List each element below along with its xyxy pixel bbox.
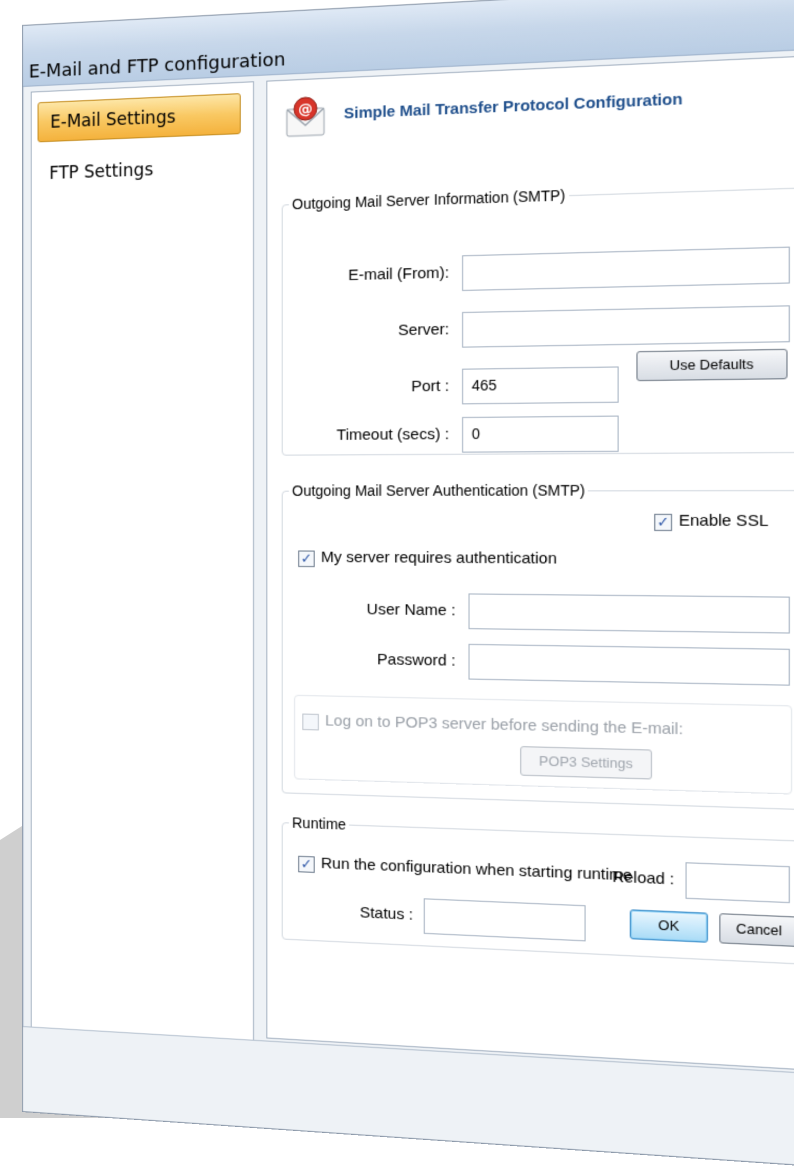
run-on-start-checkbox[interactable]: ✓	[298, 855, 315, 873]
window-title: E-Mail and FTP configuration	[28, 48, 286, 83]
server-field[interactable]	[462, 305, 790, 348]
email-from-label: E-mail (From):	[348, 264, 450, 285]
requires-auth-checkbox[interactable]: ✓	[298, 550, 315, 568]
email-from-field[interactable]	[462, 246, 790, 291]
requires-auth-label: My server requires authentication	[320, 548, 557, 568]
email-settings-panel: @ Simple Mail Transfer Protocol Configur…	[266, 54, 794, 1072]
password-label: Password :	[377, 650, 456, 670]
cancel-button[interactable]: Cancel	[719, 913, 794, 948]
email-ftp-dialog: E-Mail and FTP configuration x E-Mail Se…	[22, 0, 794, 1169]
enable-ssl-checkbox[interactable]: ✓	[654, 513, 673, 532]
reload-field[interactable]	[685, 862, 790, 904]
enable-ssl-label: Enable SSL	[678, 511, 769, 531]
pop3-logon-checkbox[interactable]	[302, 713, 319, 731]
group-legend: Runtime	[291, 814, 347, 833]
sidebar-item-label: FTP Settings	[49, 159, 154, 185]
ok-button[interactable]: OK	[629, 909, 708, 943]
svg-text:@: @	[298, 101, 312, 118]
mail-envelope-icon: @	[284, 93, 329, 140]
sidebar-item-email-settings[interactable]: E-Mail Settings	[37, 93, 241, 143]
password-field[interactable]	[468, 643, 790, 686]
reload-label: Reload :	[612, 867, 675, 889]
group-legend: Outgoing Mail Server Authentication (SMT…	[291, 481, 586, 499]
timeout-field[interactable]: 0	[462, 415, 619, 453]
server-label: Server:	[397, 320, 450, 340]
status-field	[423, 898, 586, 942]
pop3-group	[294, 694, 793, 795]
settings-sidebar: E-Mail Settings FTP Settings	[30, 81, 255, 1069]
timeout-label: Timeout (secs) :	[336, 425, 450, 445]
pop3-settings-button[interactable]: POP3 Settings	[520, 746, 652, 780]
sidebar-item-label: E-Mail Settings	[50, 107, 176, 133]
port-field[interactable]: 465	[462, 366, 619, 405]
use-defaults-button[interactable]: Use Defaults	[636, 348, 788, 382]
port-label: Port :	[411, 377, 450, 396]
sidebar-item-ftp-settings[interactable]: FTP Settings	[38, 146, 241, 194]
group-legend: Outgoing Mail Server Information (SMTP)	[291, 186, 566, 213]
username-label: User Name :	[366, 600, 456, 620]
username-field[interactable]	[468, 593, 790, 634]
page-title: Simple Mail Transfer Protocol Configurat…	[343, 90, 683, 123]
